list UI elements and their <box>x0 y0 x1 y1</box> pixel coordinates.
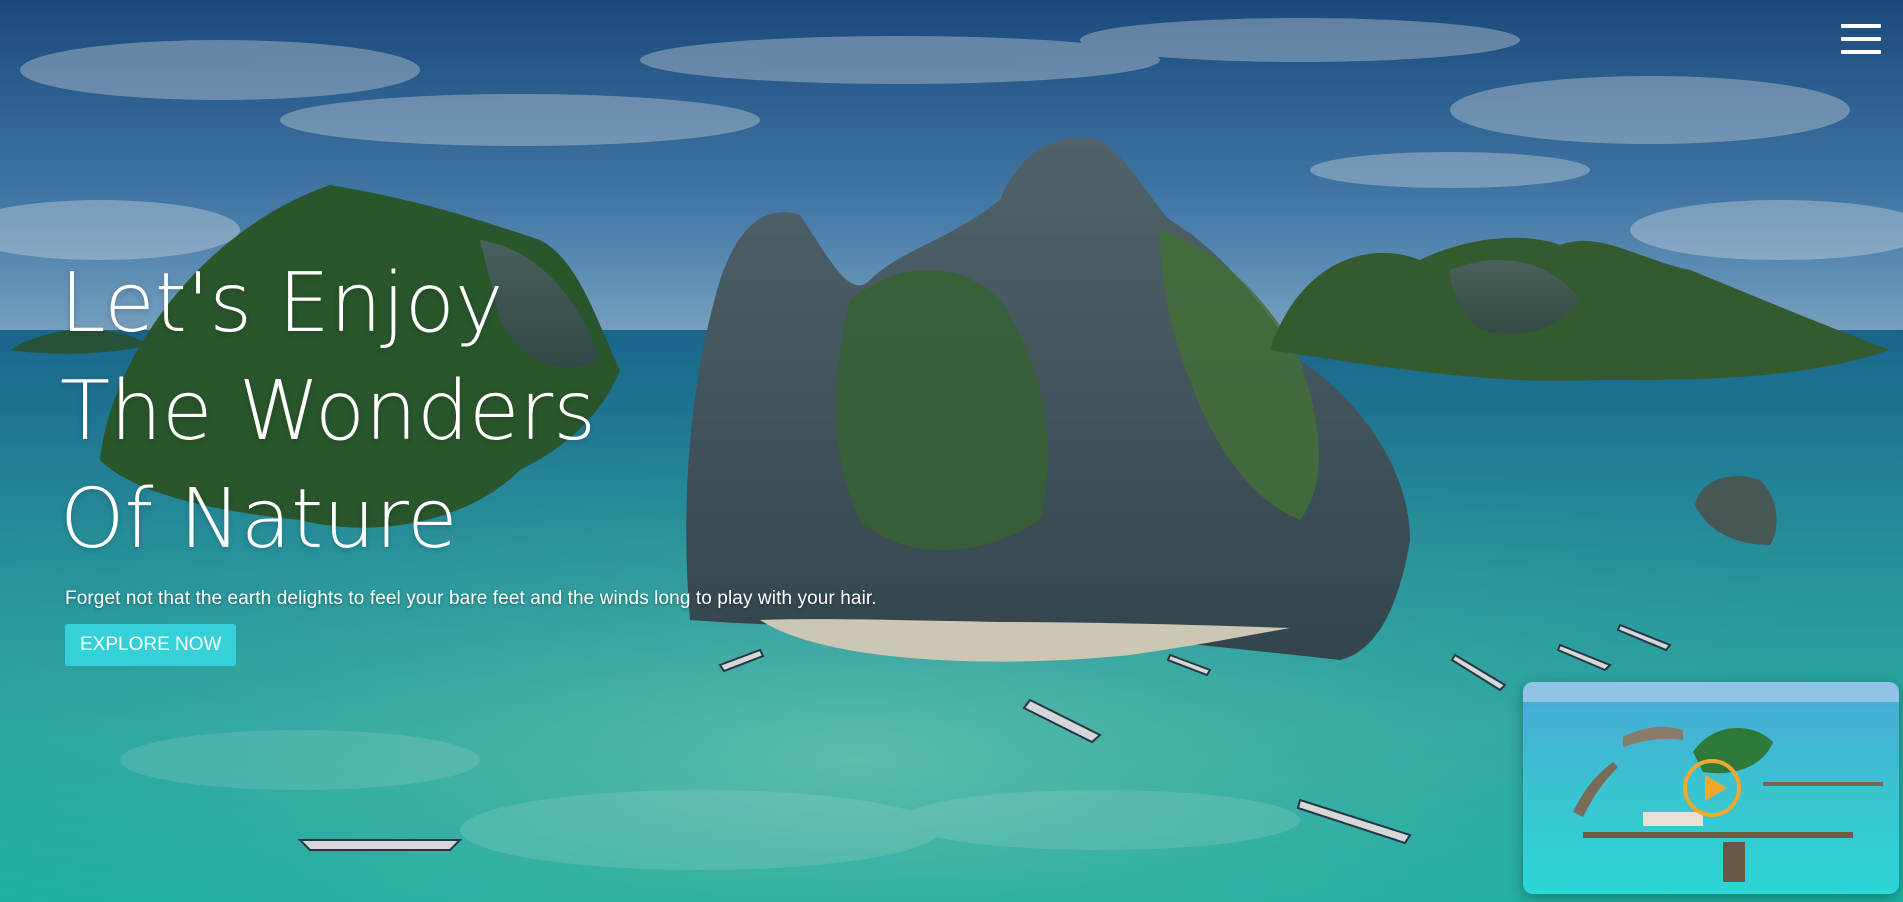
hero-content: Let's Enjoy The Wonders Of Nature Forget… <box>60 250 960 666</box>
explore-now-button[interactable]: EXPLORE NOW <box>65 624 237 666</box>
hero-headline: Let's Enjoy The Wonders Of Nature <box>60 256 596 567</box>
video-thumbnail[interactable] <box>1523 682 1899 894</box>
hero-section: Let's Enjoy The Wonders Of Nature Forget… <box>0 0 1903 902</box>
menu-line <box>1841 24 1881 28</box>
hero-subtitle: Forget not that the earth delights to fe… <box>65 588 877 609</box>
menu-line <box>1841 50 1881 54</box>
menu-line <box>1841 37 1881 41</box>
play-icon[interactable] <box>1681 757 1743 819</box>
hamburger-menu-icon[interactable] <box>1841 24 1881 56</box>
